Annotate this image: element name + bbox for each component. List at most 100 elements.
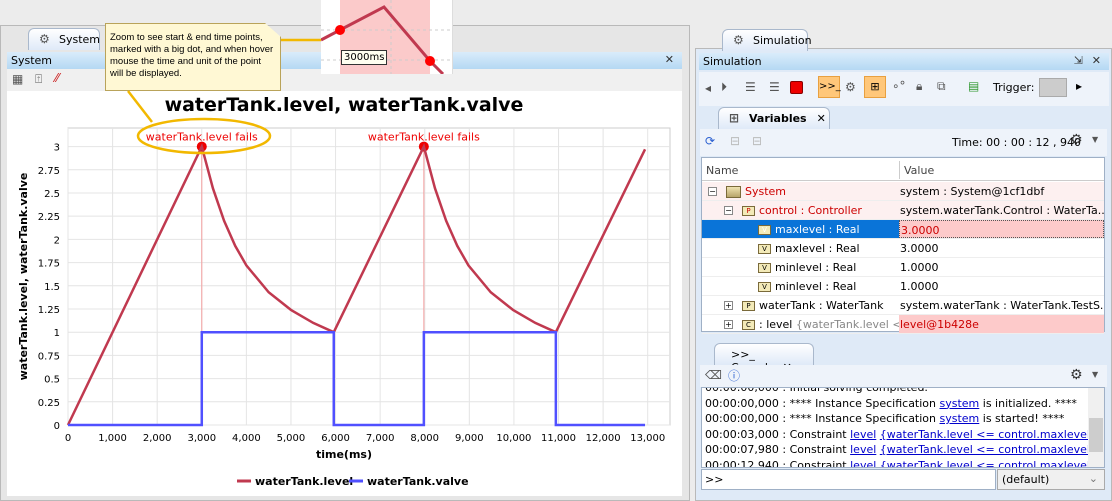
- table-row[interactable]: − Pcontrol : Controller system.waterTank.C…: [702, 201, 1104, 220]
- trigger-select[interactable]: [1039, 78, 1067, 97]
- row-value[interactable]: 1.0000: [899, 277, 1104, 295]
- y-tick-label: 0.25: [38, 398, 60, 409]
- console-link[interactable]: {waterTank.level <= control.maxlevel}: [880, 428, 1097, 441]
- y-tick-label: 1.5: [44, 282, 60, 293]
- console-line: 00:00:00,000 : **** Instance Specificati…: [705, 412, 1065, 425]
- row-name: Vminlevel : Real: [758, 261, 856, 274]
- x-tick-label: 5,000: [277, 433, 306, 444]
- variables-tree-table: Name Value − System system : System@1cf1db…: [701, 157, 1105, 334]
- x-tick-label: 13,000: [630, 433, 665, 444]
- eraser-icon[interactable]: ⌫: [705, 368, 722, 382]
- column-header-name[interactable]: Name: [706, 164, 738, 177]
- row-name: PwaterTank : WaterTank: [742, 299, 884, 312]
- expand-icon[interactable]: +: [724, 301, 733, 310]
- console-mode-value: (default): [1002, 473, 1050, 486]
- value-icon: V: [758, 225, 771, 235]
- step-over-icon[interactable]: ☰: [769, 80, 780, 94]
- console-toggle-icon[interactable]: >>_: [818, 76, 841, 98]
- console-link[interactable]: system: [940, 412, 980, 425]
- console-link[interactable]: {waterTank.level <= control.maxlevel}: [880, 459, 1097, 468]
- x-tick-label: 1,000: [98, 433, 127, 444]
- tab-label: Variables: [749, 112, 807, 125]
- row-value[interactable]: system : System@1cf1dbf: [899, 182, 1104, 200]
- row-value[interactable]: system.waterTank.Control : WaterTa...: [899, 201, 1104, 219]
- row-name: C: level {waterTank.level <...: [742, 318, 912, 331]
- terminate-icon[interactable]: [790, 81, 803, 94]
- add-icon[interactable]: ⊟: [730, 134, 740, 148]
- x-tick-label: 0: [65, 433, 71, 444]
- column-header-value[interactable]: Value: [899, 161, 1104, 179]
- console-line: 00:00:03,000 : Constraint level {waterTa…: [705, 427, 1104, 441]
- restore-icon[interactable]: ⇲: [1074, 54, 1083, 67]
- tab-label: Simulation: [753, 34, 812, 47]
- lock-icon[interactable]: 🔒︎: [916, 79, 922, 94]
- console-mode-select[interactable]: (default) ⌄: [997, 469, 1105, 490]
- scroll-right-icon[interactable]: ▸: [1076, 79, 1082, 93]
- x-tick-label: 12,000: [586, 433, 621, 444]
- info-icon[interactable]: ⓘ: [728, 367, 740, 384]
- simulation-panel-title: Simulation ✕ ⇲: [699, 53, 1109, 70]
- table-row[interactable]: + PwaterTank : WaterTank system.waterTank …: [702, 296, 1104, 315]
- part-icon: P: [742, 301, 755, 311]
- chevron-down-icon: ⌄: [1088, 472, 1098, 485]
- variables-toggle-icon[interactable]: ⊞: [864, 76, 886, 98]
- tab-console[interactable]: >>_ Console✕: [714, 343, 814, 374]
- row-value[interactable]: 1.0000: [899, 258, 1104, 276]
- gear-icon[interactable]: ⚙: [1070, 132, 1083, 148]
- x-tick-label: 4,000: [232, 433, 261, 444]
- x-tick-label: 11,000: [541, 433, 576, 444]
- table-row[interactable]: Vminlevel : Real 1.0000: [702, 258, 1104, 277]
- console-scrollbar[interactable]: [1088, 388, 1104, 467]
- table-row[interactable]: + C: level {waterTank.level <... level@1b4…: [702, 315, 1104, 334]
- tab-simulation[interactable]: ⚙ Simulation: [722, 29, 812, 51]
- y-tick-label: 2.5: [44, 189, 60, 200]
- run-icon[interactable]: ▤: [968, 79, 979, 93]
- collapse-icon[interactable]: −: [708, 187, 717, 196]
- console-prompt: >>: [705, 473, 724, 486]
- row-value[interactable]: system.waterTank : WaterTank.TestS...: [899, 296, 1104, 314]
- x-tick-label: 7,000: [366, 433, 395, 444]
- chevron-down-icon[interactable]: ▼: [1092, 370, 1098, 379]
- table-header: Name Value: [702, 158, 1104, 181]
- row-value[interactable]: 3.0000: [899, 220, 1104, 238]
- console-line: 00:00:00,000 : **** Instance Specificati…: [705, 396, 1077, 410]
- step-icon[interactable]: ⏵: [721, 80, 727, 95]
- simulation-time: Time: 00 : 00 : 12 , 940: [952, 136, 1081, 149]
- tab-variables[interactable]: ⊞ Variables ✕: [718, 107, 830, 129]
- console-link[interactable]: level: [850, 443, 876, 456]
- export-icon[interactable]: ⧉: [937, 79, 946, 94]
- table-row[interactable]: Vminlevel : Real 1.0000: [702, 277, 1104, 296]
- console-link[interactable]: level: [850, 428, 876, 441]
- step-into-icon[interactable]: ☰: [745, 80, 756, 94]
- legend-label: waterTank.valve: [367, 475, 469, 488]
- value-icon: V: [758, 282, 771, 292]
- chevron-down-icon[interactable]: ▼: [1092, 135, 1098, 144]
- row-value[interactable]: level@1b428e: [899, 315, 1104, 333]
- value-icon: V: [758, 244, 771, 254]
- table-row[interactable]: Vmaxlevel : Real 3.0000: [702, 239, 1104, 258]
- console-link[interactable]: system: [940, 397, 980, 410]
- gear-icon[interactable]: ⚙: [1070, 367, 1083, 383]
- console-link[interactable]: {waterTank.level <= control.maxlevel}: [880, 443, 1097, 456]
- expand-icon[interactable]: +: [724, 320, 733, 329]
- part-icon: P: [742, 206, 755, 216]
- row-value[interactable]: 3.0000: [899, 239, 1104, 257]
- close-icon[interactable]: ✕: [817, 112, 826, 125]
- panel-title-text: Simulation: [703, 55, 762, 68]
- remove-icon[interactable]: ⊟: [752, 134, 762, 148]
- breakpoints-icon[interactable]: ∘°: [892, 79, 906, 93]
- refresh-icon[interactable]: ⟳: [705, 134, 715, 148]
- table-row[interactable]: − System system : System@1cf1dbf: [702, 182, 1104, 201]
- table-row[interactable]: Vmaxlevel : Real 3.0000: [702, 220, 1104, 239]
- y-tick-label: 2: [54, 235, 60, 246]
- console-input[interactable]: >>: [701, 469, 996, 490]
- console-link[interactable]: level: [850, 459, 876, 468]
- animation-icon[interactable]: ⚙: [845, 80, 856, 94]
- value-icon: V: [758, 263, 771, 273]
- x-axis-label: time(ms): [316, 448, 372, 461]
- x-tick-label: 8,000: [410, 433, 439, 444]
- collapse-icon[interactable]: −: [724, 206, 733, 215]
- scroll-left-icon[interactable]: ◂: [705, 81, 711, 95]
- close-icon[interactable]: ✕: [1092, 54, 1101, 67]
- row-name: Vmaxlevel : Real: [758, 242, 860, 255]
